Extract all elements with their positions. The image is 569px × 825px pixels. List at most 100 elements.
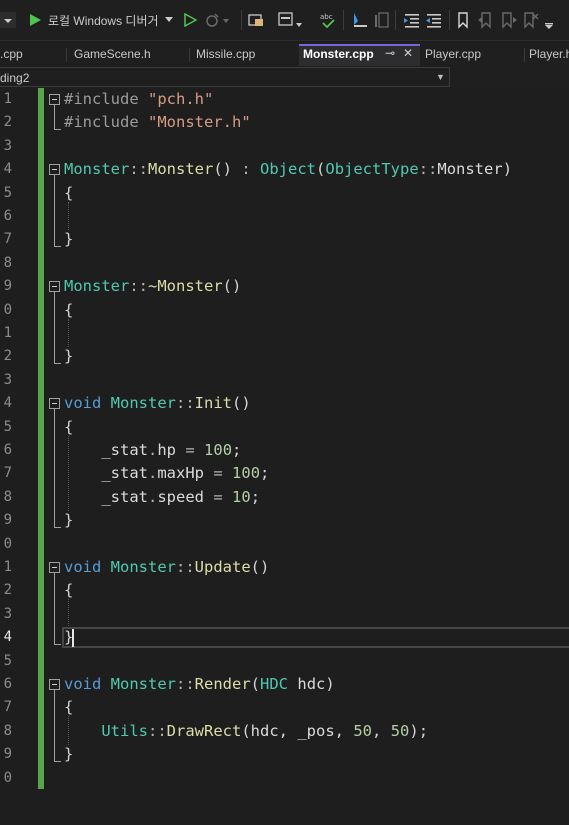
tab-player-h[interactable]: Player.h	[525, 44, 569, 66]
code-line[interactable]: Monster::~Monster()	[64, 275, 241, 298]
code-line[interactable]: void Monster::Update()	[64, 556, 269, 579]
chevron-down-icon: ▼	[436, 72, 445, 82]
keyword-token: void	[64, 675, 102, 693]
code-line[interactable]: }	[64, 345, 73, 368]
line-number: 3	[3, 605, 12, 622]
document-tab-bar: .cpp GameScene.h Missile.cpp Monster.cpp…	[0, 44, 569, 66]
breakpoint-icon[interactable]	[351, 9, 369, 31]
outline-end	[54, 644, 61, 646]
code-token: (	[316, 160, 326, 179]
code-line[interactable]: void Monster::Init()	[64, 392, 251, 415]
tab-label: Missile.cpp	[196, 47, 256, 61]
code-line[interactable]: {	[64, 182, 73, 205]
window-layout-icon[interactable]	[278, 9, 304, 31]
line-number: 8	[3, 254, 12, 271]
identifier-token: hp	[157, 441, 177, 459]
operator-token: ::	[129, 277, 148, 296]
chevron-down-icon[interactable]	[164, 17, 173, 23]
code-token: }	[64, 511, 74, 530]
function-token: Monster	[148, 160, 214, 179]
line-number: 6	[3, 676, 12, 692]
solution-explorer-icon[interactable]	[248, 9, 264, 31]
bookmark-icon[interactable]	[456, 9, 470, 31]
function-token: Update	[194, 558, 251, 576]
code-line[interactable]: Utils::DrawRect(hdc, _pos, 50, 50);	[64, 720, 428, 743]
code-line[interactable]: #include "pch.h"	[64, 88, 213, 111]
code-line[interactable]: #include "Monster.h"	[64, 111, 251, 134]
debugger-label: 로컬 Windows 디버거	[48, 13, 159, 28]
line-number: 6	[3, 208, 12, 224]
preprocessor-token: #include	[64, 113, 148, 132]
indent-icon[interactable]	[403, 9, 421, 31]
format-icon[interactable]	[373, 9, 391, 31]
identifier-token: _stat	[101, 464, 148, 483]
line-number: 1	[3, 559, 12, 575]
code-line[interactable]: _stat.speed = 10;	[64, 486, 260, 509]
collapse-toggle-icon[interactable]	[49, 679, 60, 690]
indent-guide	[68, 318, 69, 348]
outdent-icon[interactable]	[425, 9, 443, 31]
toolbar-overflow-icon[interactable]	[544, 9, 554, 31]
code-line[interactable]: {	[64, 579, 73, 602]
code-token: (	[241, 721, 251, 740]
change-tracking-bar	[38, 88, 44, 789]
line-number: 0	[3, 535, 12, 552]
tab-missile-cpp[interactable]: Missile.cpp	[190, 44, 299, 66]
tab-gamescene-h[interactable]: GameScene.h	[67, 44, 189, 66]
type-token: Monster	[110, 675, 176, 693]
start-without-debug-icon[interactable]	[183, 9, 197, 31]
start-debug-button[interactable]: 로컬 Windows 디버거	[28, 9, 173, 31]
type-token: ObjectType	[325, 160, 419, 179]
code-token: }	[64, 745, 74, 764]
code-line[interactable]: {	[64, 416, 73, 439]
line-number: 0	[3, 769, 12, 786]
code-token: {	[64, 581, 74, 600]
code-line[interactable]: {	[64, 299, 73, 322]
code-line[interactable]: Monster::Monster() : Object(ObjectType::…	[64, 158, 512, 181]
number-token: 100	[232, 464, 261, 483]
next-bookmark-icon[interactable]	[500, 9, 518, 31]
code-line[interactable]: _stat.hp = 100;	[64, 439, 241, 462]
code-token: )	[325, 675, 335, 693]
collapse-toggle-icon[interactable]	[49, 94, 60, 105]
code-editor[interactable]: 1 2 3 4 5 6 7 8 9 0 1 2 3 4 5 6 7 8 9 0 1 2 3 4 5 6 7 8 9 0 #include …	[0, 88, 569, 825]
code-line[interactable]: }	[64, 509, 73, 532]
line-number: 9	[3, 746, 12, 763]
close-icon[interactable]: ✕	[403, 46, 413, 60]
code-token: (	[250, 675, 261, 693]
clear-bookmarks-icon[interactable]	[522, 9, 540, 31]
collapse-toggle-icon[interactable]	[49, 398, 60, 410]
tab-partial-cpp[interactable]: .cpp	[0, 44, 66, 66]
tab-monster-cpp[interactable]: Monster.cpp ⊸ ✕	[299, 44, 420, 66]
outline-line	[54, 105, 55, 130]
collapse-toggle-icon[interactable]	[49, 281, 60, 293]
code-line[interactable]: }	[64, 743, 73, 766]
collapse-toggle-icon[interactable]	[49, 164, 60, 176]
code-line[interactable]: {	[64, 696, 73, 719]
code-line[interactable]: }	[64, 228, 73, 251]
prev-bookmark-icon[interactable]	[477, 9, 495, 31]
line-number: 9	[3, 512, 12, 529]
line-number: 1	[3, 325, 12, 341]
code-token: ()	[213, 160, 242, 179]
function-token: ~Monster	[148, 277, 223, 296]
code-line[interactable]: _stat.maxHp = 100;	[64, 462, 269, 485]
spell-check-icon[interactable]: abc	[319, 9, 337, 31]
keyword-token: void	[64, 558, 102, 576]
hot-reload-icon[interactable]	[205, 9, 231, 31]
collapse-toggle-icon[interactable]	[49, 562, 60, 573]
toolbar-separator	[241, 10, 242, 30]
line-number: 5	[3, 184, 12, 201]
project-dropdown[interactable]: ding2 ▼	[0, 67, 450, 87]
toolbar: 로컬 Windows 디버거 abc	[0, 0, 569, 41]
tab-player-cpp[interactable]: Player.cpp	[420, 44, 524, 66]
line-number: 8	[3, 722, 12, 739]
code-line[interactable]: void Monster::Render(HDC hdc)	[64, 673, 335, 696]
pin-icon[interactable]: ⊸	[385, 46, 395, 60]
dropdown-icon[interactable]	[0, 9, 16, 31]
number-token: 10	[232, 487, 251, 506]
number-token: 100	[204, 441, 233, 459]
